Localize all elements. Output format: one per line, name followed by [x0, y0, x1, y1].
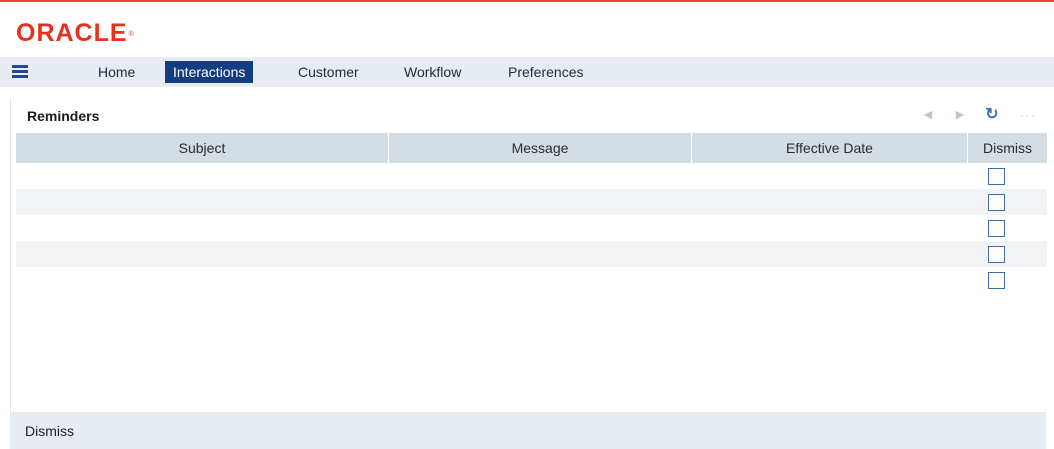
- dismiss-checkbox[interactable]: [988, 246, 1005, 263]
- table-row: [16, 215, 1047, 241]
- column-header-message[interactable]: Message: [389, 133, 692, 163]
- previous-icon[interactable]: ◀: [921, 107, 935, 123]
- dismiss-checkbox[interactable]: [988, 168, 1005, 185]
- reminders-title: Reminders: [27, 108, 100, 124]
- dismiss-button[interactable]: Dismiss: [25, 423, 74, 439]
- dismiss-checkbox[interactable]: [988, 194, 1005, 211]
- column-header-subject[interactable]: Subject: [16, 133, 389, 163]
- logo-text: ORACLE: [16, 19, 128, 47]
- reminders-panel: Reminders ◀ ▶ ↻ ··· Subject Message Effe…: [10, 98, 1047, 449]
- branding-bar: ORACLE®: [0, 2, 1054, 57]
- more-options-icon[interactable]: ···: [1015, 107, 1041, 123]
- refresh-icon[interactable]: ↻: [985, 107, 999, 123]
- table-row: [16, 241, 1047, 267]
- column-header-dismiss[interactable]: Dismiss: [968, 133, 1047, 163]
- dismiss-checkbox[interactable]: [988, 272, 1005, 289]
- table-row: [16, 267, 1047, 293]
- nav-home[interactable]: Home: [90, 61, 143, 83]
- table-header: Subject Message Effective Date Dismiss: [16, 133, 1047, 163]
- logo-mark: ®: [128, 31, 135, 38]
- nav-interactions[interactable]: Interactions: [165, 61, 254, 83]
- reminders-footer: Dismiss: [10, 412, 1046, 449]
- table-row: [16, 189, 1047, 215]
- table-row: [16, 163, 1047, 189]
- next-icon[interactable]: ▶: [953, 107, 967, 123]
- hamburger-menu-icon[interactable]: [12, 65, 28, 78]
- reminders-header: Reminders ◀ ▶ ↻ ···: [11, 98, 1047, 132]
- nav-workflow[interactable]: Workflow: [396, 61, 469, 83]
- main-nav: Home Interactions Customer Workflow Pref…: [0, 57, 1054, 87]
- oracle-logo: ORACLE®: [16, 20, 135, 46]
- nav-customer[interactable]: Customer: [290, 61, 367, 83]
- column-header-effective-date[interactable]: Effective Date: [692, 133, 968, 163]
- dismiss-checkbox[interactable]: [988, 220, 1005, 237]
- nav-preferences[interactable]: Preferences: [500, 61, 591, 83]
- reminders-table: Subject Message Effective Date Dismiss: [16, 133, 1047, 293]
